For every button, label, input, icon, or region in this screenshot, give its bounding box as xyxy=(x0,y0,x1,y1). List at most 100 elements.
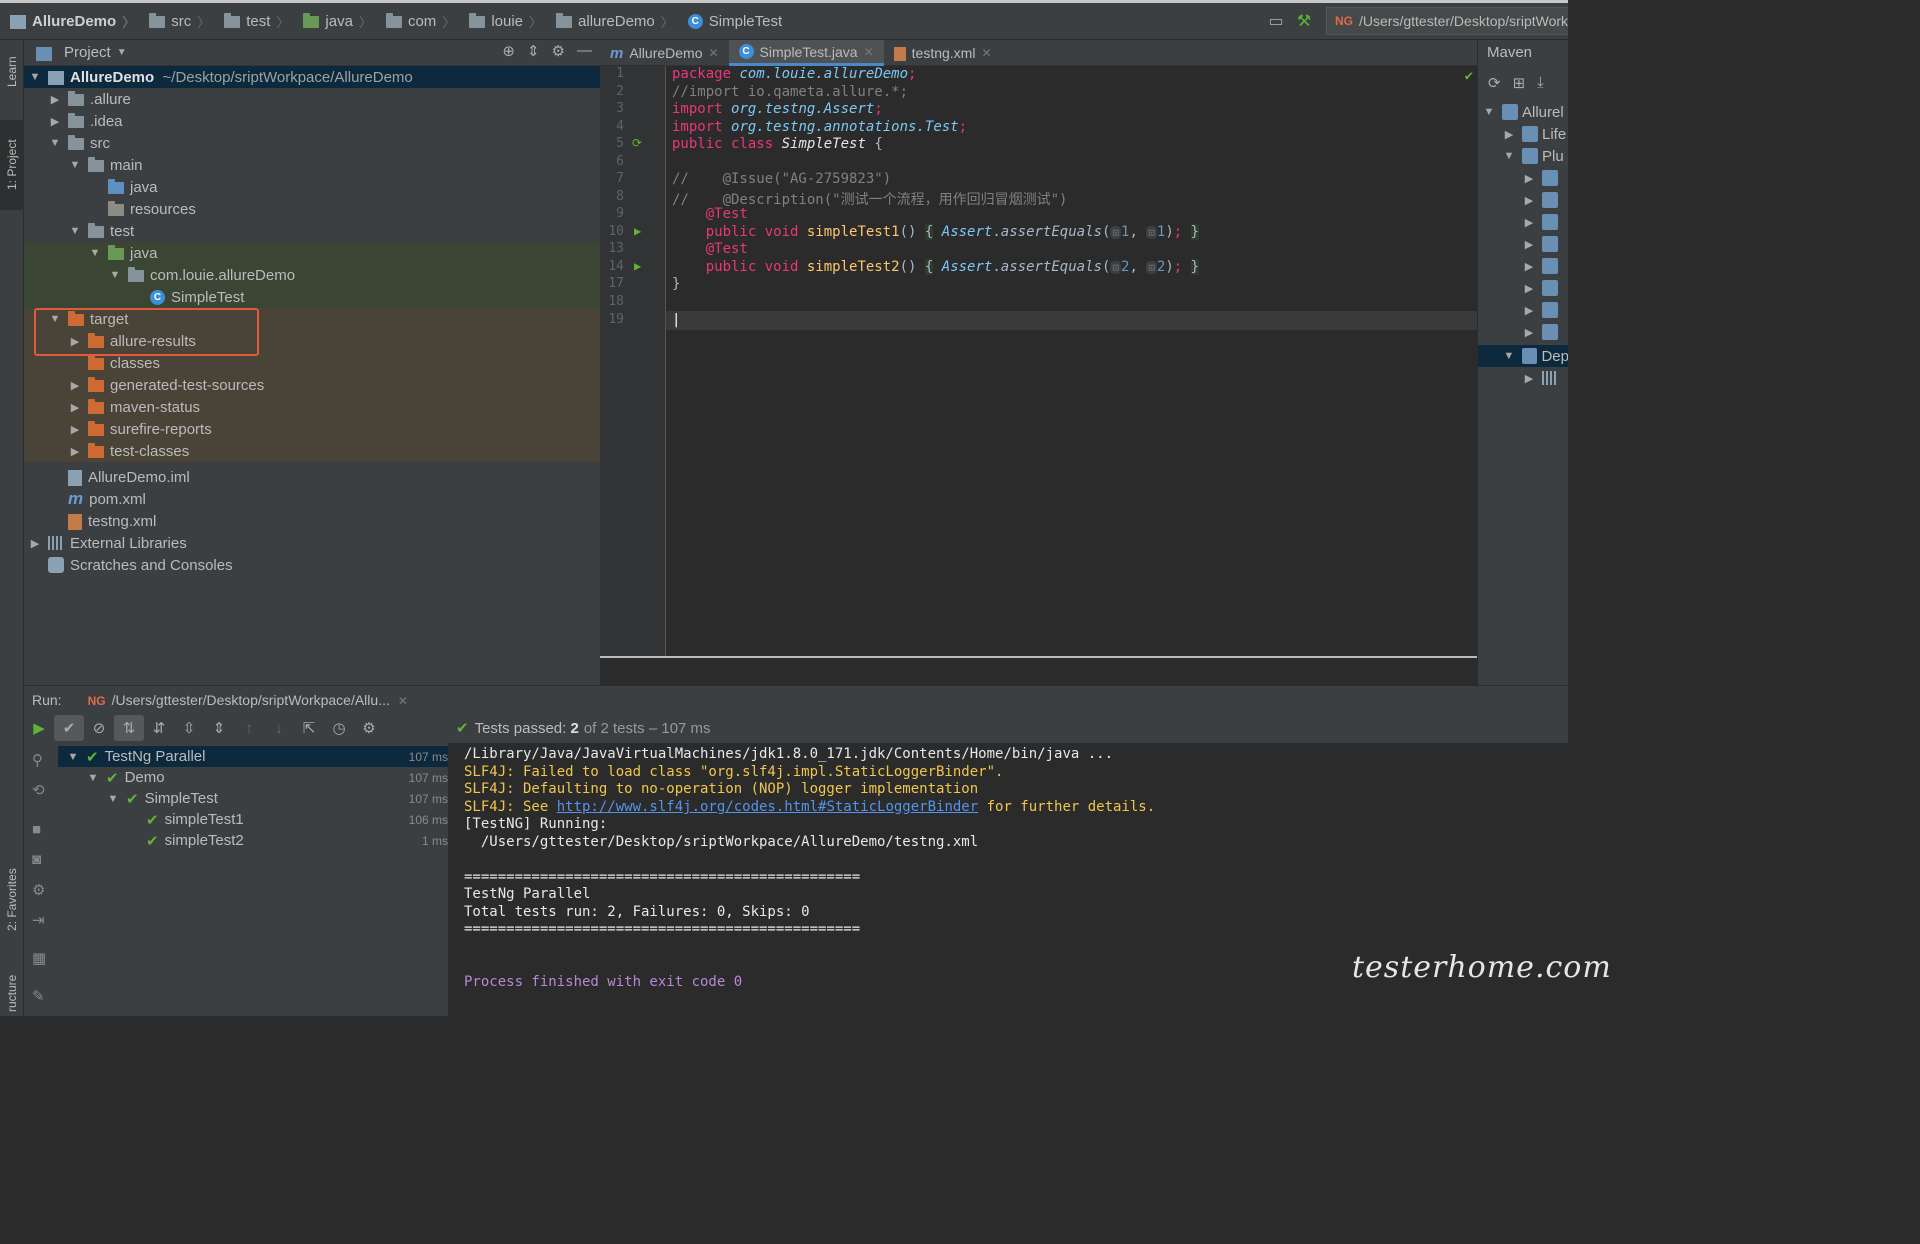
expand-arrow-icon[interactable]: ▶ xyxy=(1522,326,1536,339)
maven-item-project[interactable]: ▼ Allurel xyxy=(1478,101,1568,123)
expand-arrow-icon[interactable]: ▼ xyxy=(108,269,122,281)
tab-project[interactable]: 1: Project xyxy=(0,120,24,210)
close-icon[interactable]: ✕ xyxy=(981,46,991,60)
maven-plugin-item[interactable]: ▶ xyxy=(1478,189,1568,211)
project-view-selector[interactable]: Project xyxy=(64,44,111,61)
minimize-icon[interactable]: — xyxy=(577,42,592,60)
expand-arrow-icon[interactable]: ▶ xyxy=(48,115,62,128)
test-node-simpletest2[interactable]: ▶✔simpleTest21 ms xyxy=(58,830,448,851)
add-project-icon[interactable]: ⊞ xyxy=(1513,74,1526,92)
breadcrumb-project[interactable]: AllureDemo 〉 xyxy=(0,3,139,39)
export-icon[interactable]: ⇱ xyxy=(294,715,324,741)
test-node-demo[interactable]: ▼ ✔ Demo 107 ms xyxy=(58,767,448,788)
next-failed-icon[interactable]: ↓ xyxy=(264,715,294,741)
tab-learn[interactable]: Learn xyxy=(0,44,24,100)
expand-arrow-icon[interactable]: ▼ xyxy=(1482,106,1496,118)
layout-icon[interactable]: ▭ xyxy=(1262,7,1290,35)
rerun-icon[interactable]: ▶ xyxy=(24,715,54,741)
gear-icon[interactable]: ⚙ xyxy=(552,42,565,60)
tree-item-surefire-reports[interactable]: ▶ surefire-reports xyxy=(24,418,600,440)
expand-arrow-icon[interactable]: ▶ xyxy=(1522,260,1536,273)
run-test-gutter-icon[interactable]: ▶ xyxy=(634,224,641,238)
tree-item-allure[interactable]: ▶ .allure xyxy=(24,88,600,110)
tab-simpletest-java[interactable]: C SimpleTest.java ✕ xyxy=(728,40,884,66)
tree-item-test[interactable]: ▼ test xyxy=(24,220,600,242)
expand-all-icon[interactable]: ⇳ xyxy=(174,715,204,741)
run-test-gutter-icon[interactable]: ▶ xyxy=(634,259,641,273)
breadcrumb-test[interactable]: test 〉 xyxy=(214,3,293,39)
chevron-down-icon[interactable]: ▼ xyxy=(117,47,127,58)
expand-arrow-icon[interactable]: ▶ xyxy=(1522,172,1536,185)
refresh-icon[interactable]: ⟳ xyxy=(1488,74,1501,92)
tree-item-resources[interactable]: ▶resources xyxy=(24,198,600,220)
expand-arrow-icon[interactable]: ▶ xyxy=(1522,282,1536,295)
tree-item-alluredemo[interactable]: ▼ AllureDemo ~/Desktop/sriptWorkpace/Allu… xyxy=(24,66,600,88)
camera-icon[interactable]: ◙ xyxy=(32,851,41,868)
breadcrumb-simpletest[interactable]: C SimpleTest xyxy=(678,3,786,39)
settings-icon[interactable]: ⚙ xyxy=(32,881,45,899)
breadcrumb-com[interactable]: com 〉 xyxy=(376,3,459,39)
expand-arrow-icon[interactable]: ▶ xyxy=(68,401,82,414)
expand-arrow-icon[interactable]: ▶ xyxy=(68,379,82,392)
tree-item-scratches[interactable]: ▶Scratches and Consoles xyxy=(24,554,600,576)
expand-arrow-icon[interactable]: ▶ xyxy=(28,537,42,550)
expand-arrow-icon[interactable]: ▼ xyxy=(1502,150,1516,162)
expand-arrow-icon[interactable]: ▶ xyxy=(1522,304,1536,317)
sort-alphabetically-icon[interactable]: ⇅ xyxy=(114,715,144,741)
test-node-simpletest[interactable]: ▼ ✔ SimpleTest 107 ms xyxy=(58,788,448,809)
breadcrumb-java[interactable]: java 〉 xyxy=(293,3,376,39)
tree-item-simpletest[interactable]: ▶CSimpleTest xyxy=(24,286,600,308)
show-passed-icon[interactable]: ✔ xyxy=(54,715,84,741)
maven-plugin-item[interactable]: ▶ xyxy=(1478,299,1568,321)
breadcrumb-louie[interactable]: louie 〉 xyxy=(459,3,546,39)
expand-arrow-icon[interactable]: ▶ xyxy=(68,423,82,436)
maven-item-dependencies[interactable]: ▼ Dep xyxy=(1478,345,1568,367)
tree-item-test-classes[interactable]: ▶ test-classes xyxy=(24,440,600,462)
pin-icon[interactable]: ⚲ xyxy=(32,751,43,769)
tree-item-iml[interactable]: ▶AllureDemo.iml xyxy=(24,466,600,488)
expand-arrow-icon[interactable]: ▶ xyxy=(1522,372,1536,385)
maven-plugin-item[interactable]: ▶ xyxy=(1478,233,1568,255)
tree-item-testng-xml[interactable]: ▶testng.xml xyxy=(24,510,600,532)
expand-arrow-icon[interactable]: ▼ xyxy=(48,137,62,149)
close-icon[interactable]: ✕ xyxy=(864,45,874,59)
expand-arrow-icon[interactable]: ▼ xyxy=(1502,350,1516,362)
expand-arrow-icon[interactable]: ▼ xyxy=(28,71,42,83)
maven-plugin-item[interactable]: ▶ xyxy=(1478,211,1568,233)
expand-arrow-icon[interactable]: ▼ xyxy=(68,159,82,171)
expand-arrow-icon[interactable]: ▶ xyxy=(1522,238,1536,251)
expand-arrow-icon[interactable]: ▼ xyxy=(68,225,82,237)
expand-arrow-icon[interactable]: ▶ xyxy=(48,93,62,106)
close-icon[interactable]: ✕ xyxy=(708,46,718,60)
run-class-gutter-icon[interactable]: ⟳ xyxy=(632,136,642,150)
console-link[interactable]: http://www.slf4j.org/codes.html#StaticLo… xyxy=(557,799,978,815)
tree-item-main[interactable]: ▼ main xyxy=(24,154,600,176)
expand-arrow-icon[interactable]: ▶ xyxy=(1522,216,1536,229)
expand-arrow-icon[interactable]: ▶ xyxy=(68,445,82,458)
run-tab[interactable]: NG/Users/gttester/Desktop/sriptWorkpace/… xyxy=(88,692,408,708)
history-icon[interactable]: ◷ xyxy=(324,715,354,741)
locate-icon[interactable]: ⊕ xyxy=(502,42,515,60)
maven-item-plugins[interactable]: ▼ Plu xyxy=(1478,145,1568,167)
maven-plugin-item[interactable]: ▶ xyxy=(1478,167,1568,189)
expand-arrow-icon[interactable]: ▼ xyxy=(88,247,102,259)
gear-icon[interactable]: ⚙ xyxy=(354,715,384,741)
stop-icon[interactable]: ■ xyxy=(32,821,41,838)
tab-favorites[interactable]: 2: Favorites xyxy=(0,850,24,950)
previous-failed-icon[interactable]: ↑ xyxy=(234,715,264,741)
maven-plugin-item[interactable]: ▶ xyxy=(1478,277,1568,299)
expand-arrow-icon[interactable]: ▼ xyxy=(106,793,120,805)
maven-plugin-item[interactable]: ▶ xyxy=(1478,255,1568,277)
tab-structure[interactable]: ructure xyxy=(0,970,24,1016)
layout-icon[interactable]: ▦ xyxy=(32,949,46,967)
tree-item-external-libraries[interactable]: ▶ External Libraries xyxy=(24,532,600,554)
exit-icon[interactable]: ⇥ xyxy=(32,911,45,929)
toggle-auto-test-icon[interactable]: ⟲ xyxy=(32,781,45,799)
build-hammer-icon[interactable]: ⚒ xyxy=(1290,7,1318,35)
tree-item-main-java[interactable]: ▶java xyxy=(24,176,600,198)
maven-dependency-item[interactable]: ▶ xyxy=(1478,367,1568,389)
expand-arrow-icon[interactable]: ▼ xyxy=(66,751,80,763)
tab-alluredemo[interactable]: m AllureDemo ✕ xyxy=(600,40,729,66)
tree-item-package[interactable]: ▼ com.louie.allureDemo xyxy=(24,264,600,286)
test-node-suite[interactable]: ▼ ✔ TestNg Parallel 107 ms xyxy=(58,746,448,767)
